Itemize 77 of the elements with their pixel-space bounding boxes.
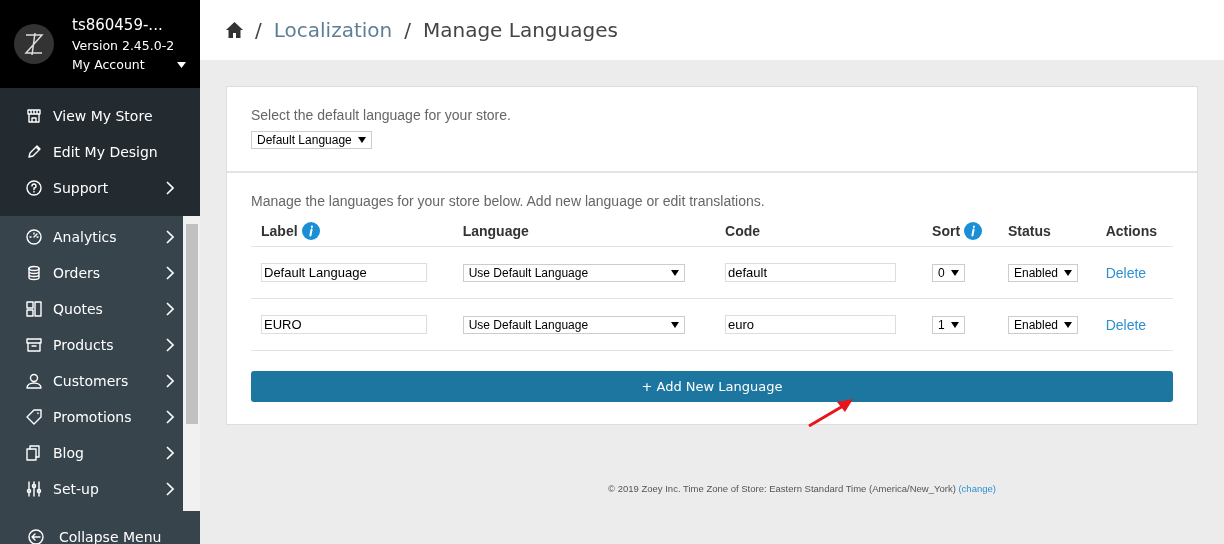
column-header: Language <box>462 223 529 239</box>
sidebar-item[interactable]: Customers <box>0 363 183 399</box>
annotation-arrow <box>807 398 853 428</box>
sidebar-item[interactable]: Blog <box>0 435 183 471</box>
pencil-icon <box>25 143 43 161</box>
database-icon <box>25 264 43 282</box>
column-header: Code <box>725 223 761 239</box>
back-arrow-icon <box>27 528 45 544</box>
column-header: Sort <box>932 223 961 239</box>
archive-icon <box>25 336 43 354</box>
quick-link[interactable]: Edit My Design <box>0 134 200 170</box>
chevron-icon <box>166 410 174 424</box>
status-select[interactable]: Enabled <box>1008 315 1079 334</box>
delete-link[interactable]: Delete <box>1105 316 1147 333</box>
caret-icon <box>1064 321 1073 328</box>
version-text: Version 2.45.0-2 <box>72 38 176 53</box>
scrollbar[interactable] <box>183 216 200 511</box>
gauge-icon <box>25 228 43 246</box>
sidebar-item[interactable]: Promotions <box>0 399 183 435</box>
label-field[interactable]: Default Language <box>261 263 427 282</box>
sort-select[interactable]: 0 <box>932 263 965 282</box>
chevron-icon <box>166 446 174 460</box>
tag-icon <box>25 408 43 426</box>
footer-text: © 2019 Zoey Inc. Time Zone of Store: Eastern Standard Time (America/New_York) (change) <box>607 483 997 494</box>
language-select[interactable]: Use Default Language <box>462 263 685 282</box>
column-header: Label <box>261 223 298 239</box>
caret-icon <box>1064 269 1073 276</box>
sidebar-item[interactable]: Orders <box>0 255 183 291</box>
account-menu[interactable]: My Account <box>72 57 186 72</box>
delete-link[interactable]: Delete <box>1105 264 1147 281</box>
chevron-icon <box>166 338 174 352</box>
sidebar-item[interactable]: Analytics <box>0 219 183 255</box>
column-header: Status <box>1008 223 1051 239</box>
store-icon <box>25 107 43 125</box>
sidebar-item[interactable]: Quotes <box>0 291 183 327</box>
quick-link[interactable]: View My Store <box>0 98 200 134</box>
breadcrumb-separator: / <box>255 18 262 42</box>
home-icon[interactable] <box>226 22 243 38</box>
quick-link[interactable]: Support <box>0 170 200 206</box>
info-icon <box>964 222 983 240</box>
chevron-icon <box>166 302 174 316</box>
chevron-icon <box>166 482 174 496</box>
chevron-icon <box>166 266 174 280</box>
breadcrumb-separator: / <box>404 18 411 42</box>
chevron-icon <box>166 230 174 244</box>
code-field[interactable]: euro <box>725 315 897 334</box>
logo-icon <box>14 24 54 64</box>
caret-icon <box>176 61 186 68</box>
default-language-select[interactable]: Default Language <box>251 131 372 149</box>
breadcrumb-link[interactable]: Localization <box>273 18 393 42</box>
language-select[interactable]: Use Default Language <box>462 315 685 334</box>
info-icon <box>301 222 320 240</box>
store-name: ts860459-... <box>72 16 164 34</box>
section-description: Manage the languages for your store below. Add new language or edit translations. <box>251 193 766 209</box>
chevron-icon <box>166 374 174 388</box>
page-title: Manage Languages <box>422 18 618 42</box>
sidebar-item[interactable]: Products <box>0 327 183 363</box>
caret-icon <box>670 269 679 276</box>
sidebar-item[interactable]: Set-up <box>0 471 183 507</box>
caret-icon <box>670 321 679 328</box>
person-icon <box>25 372 43 390</box>
documents-icon <box>25 444 43 462</box>
add-language-button[interactable]: + Add New Language <box>251 371 1173 402</box>
grid-icon <box>25 300 43 318</box>
sliders-icon <box>25 480 43 498</box>
section-description: Select the default language for your store. <box>251 107 512 123</box>
sort-select[interactable]: 1 <box>932 315 965 334</box>
caret-icon <box>950 269 959 276</box>
collapse-menu[interactable]: Collapse Menu <box>27 528 162 544</box>
caret-icon <box>950 321 959 328</box>
column-header: Actions <box>1105 223 1157 239</box>
code-field[interactable]: default <box>725 263 897 282</box>
chevron-icon <box>166 181 174 195</box>
label-field[interactable]: EURO <box>261 315 427 334</box>
status-select[interactable]: Enabled <box>1008 263 1079 282</box>
help-icon <box>25 179 43 197</box>
caret-icon <box>357 137 366 143</box>
